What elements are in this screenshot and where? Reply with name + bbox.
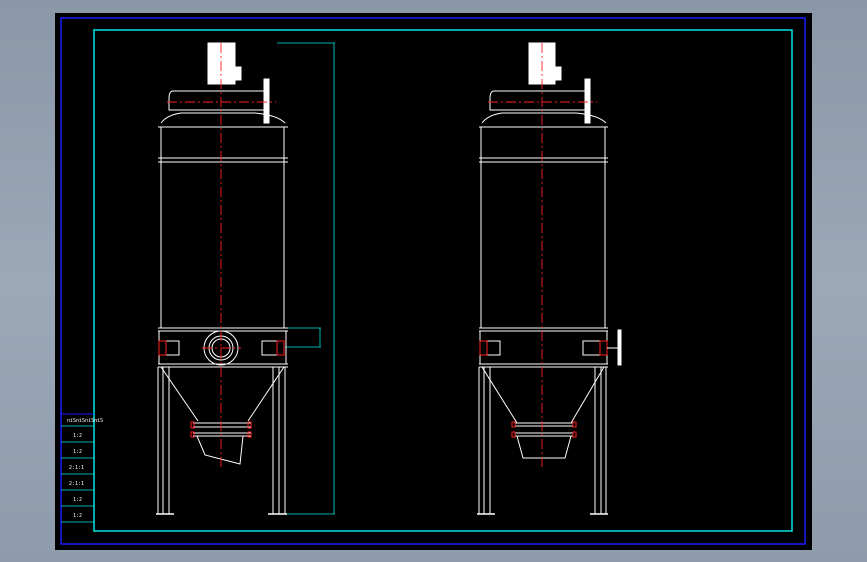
centerlines [488, 43, 597, 468]
title-block: пїЅпїЅпїЅпїЅ 1:2 1:2 2:1:1 2:1:1 1:2 1:2 [61, 413, 103, 523]
title-block-row: 1:2 [73, 449, 82, 455]
cad-drawing: пїЅпїЅпїЅпїЅ 1:2 1:2 2:1:1 2:1:1 1:2 1:2 [60, 17, 806, 545]
title-block-row: пїЅпїЅпїЅпїЅ [67, 418, 103, 424]
title-block-row: 2:1:1 [69, 481, 84, 487]
motor-icon [528, 42, 562, 85]
title-block-row: 1:2 [73, 497, 82, 503]
dimension-lines [277, 42, 335, 515]
flange-icon [479, 329, 622, 366]
title-block-row: 1:2 [73, 433, 82, 439]
title-block-row: 1:2 [73, 513, 82, 519]
side-view [477, 42, 622, 515]
title-block-row: 2:1:1 [69, 465, 84, 471]
motor-icon [207, 42, 242, 85]
cad-viewport[interactable]: пїЅпїЅпїЅпїЅ 1:2 1:2 2:1:1 2:1:1 1:2 1:2 [55, 13, 812, 550]
front-view [156, 42, 335, 515]
drawing-frame [93, 29, 793, 532]
outer-border [60, 17, 806, 545]
